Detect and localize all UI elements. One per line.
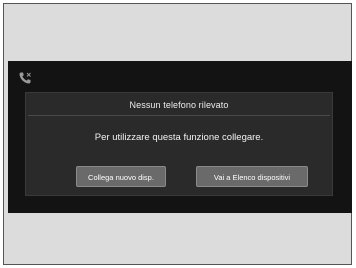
- dialog-title: Nessun telefono rilevato: [129, 100, 229, 110]
- infotainment-screen: Nessun telefono rilevato Per utilizzare …: [8, 61, 352, 213]
- dialog-divider: [28, 115, 330, 116]
- device-list-button[interactable]: Vai a Elenco dispositivi: [196, 166, 308, 187]
- phone-handset-icon: [19, 72, 31, 84]
- no-phone-dialog: Nessun telefono rilevato Per utilizzare …: [25, 92, 333, 196]
- figure-frame: Nessun telefono rilevato Per utilizzare …: [3, 3, 352, 265]
- page: Nessun telefono rilevato Per utilizzare …: [0, 0, 356, 268]
- connect-new-device-button[interactable]: Collega nuovo disp.: [76, 166, 166, 187]
- dialog-message: Per utilizzare questa funzione collegare…: [94, 132, 264, 143]
